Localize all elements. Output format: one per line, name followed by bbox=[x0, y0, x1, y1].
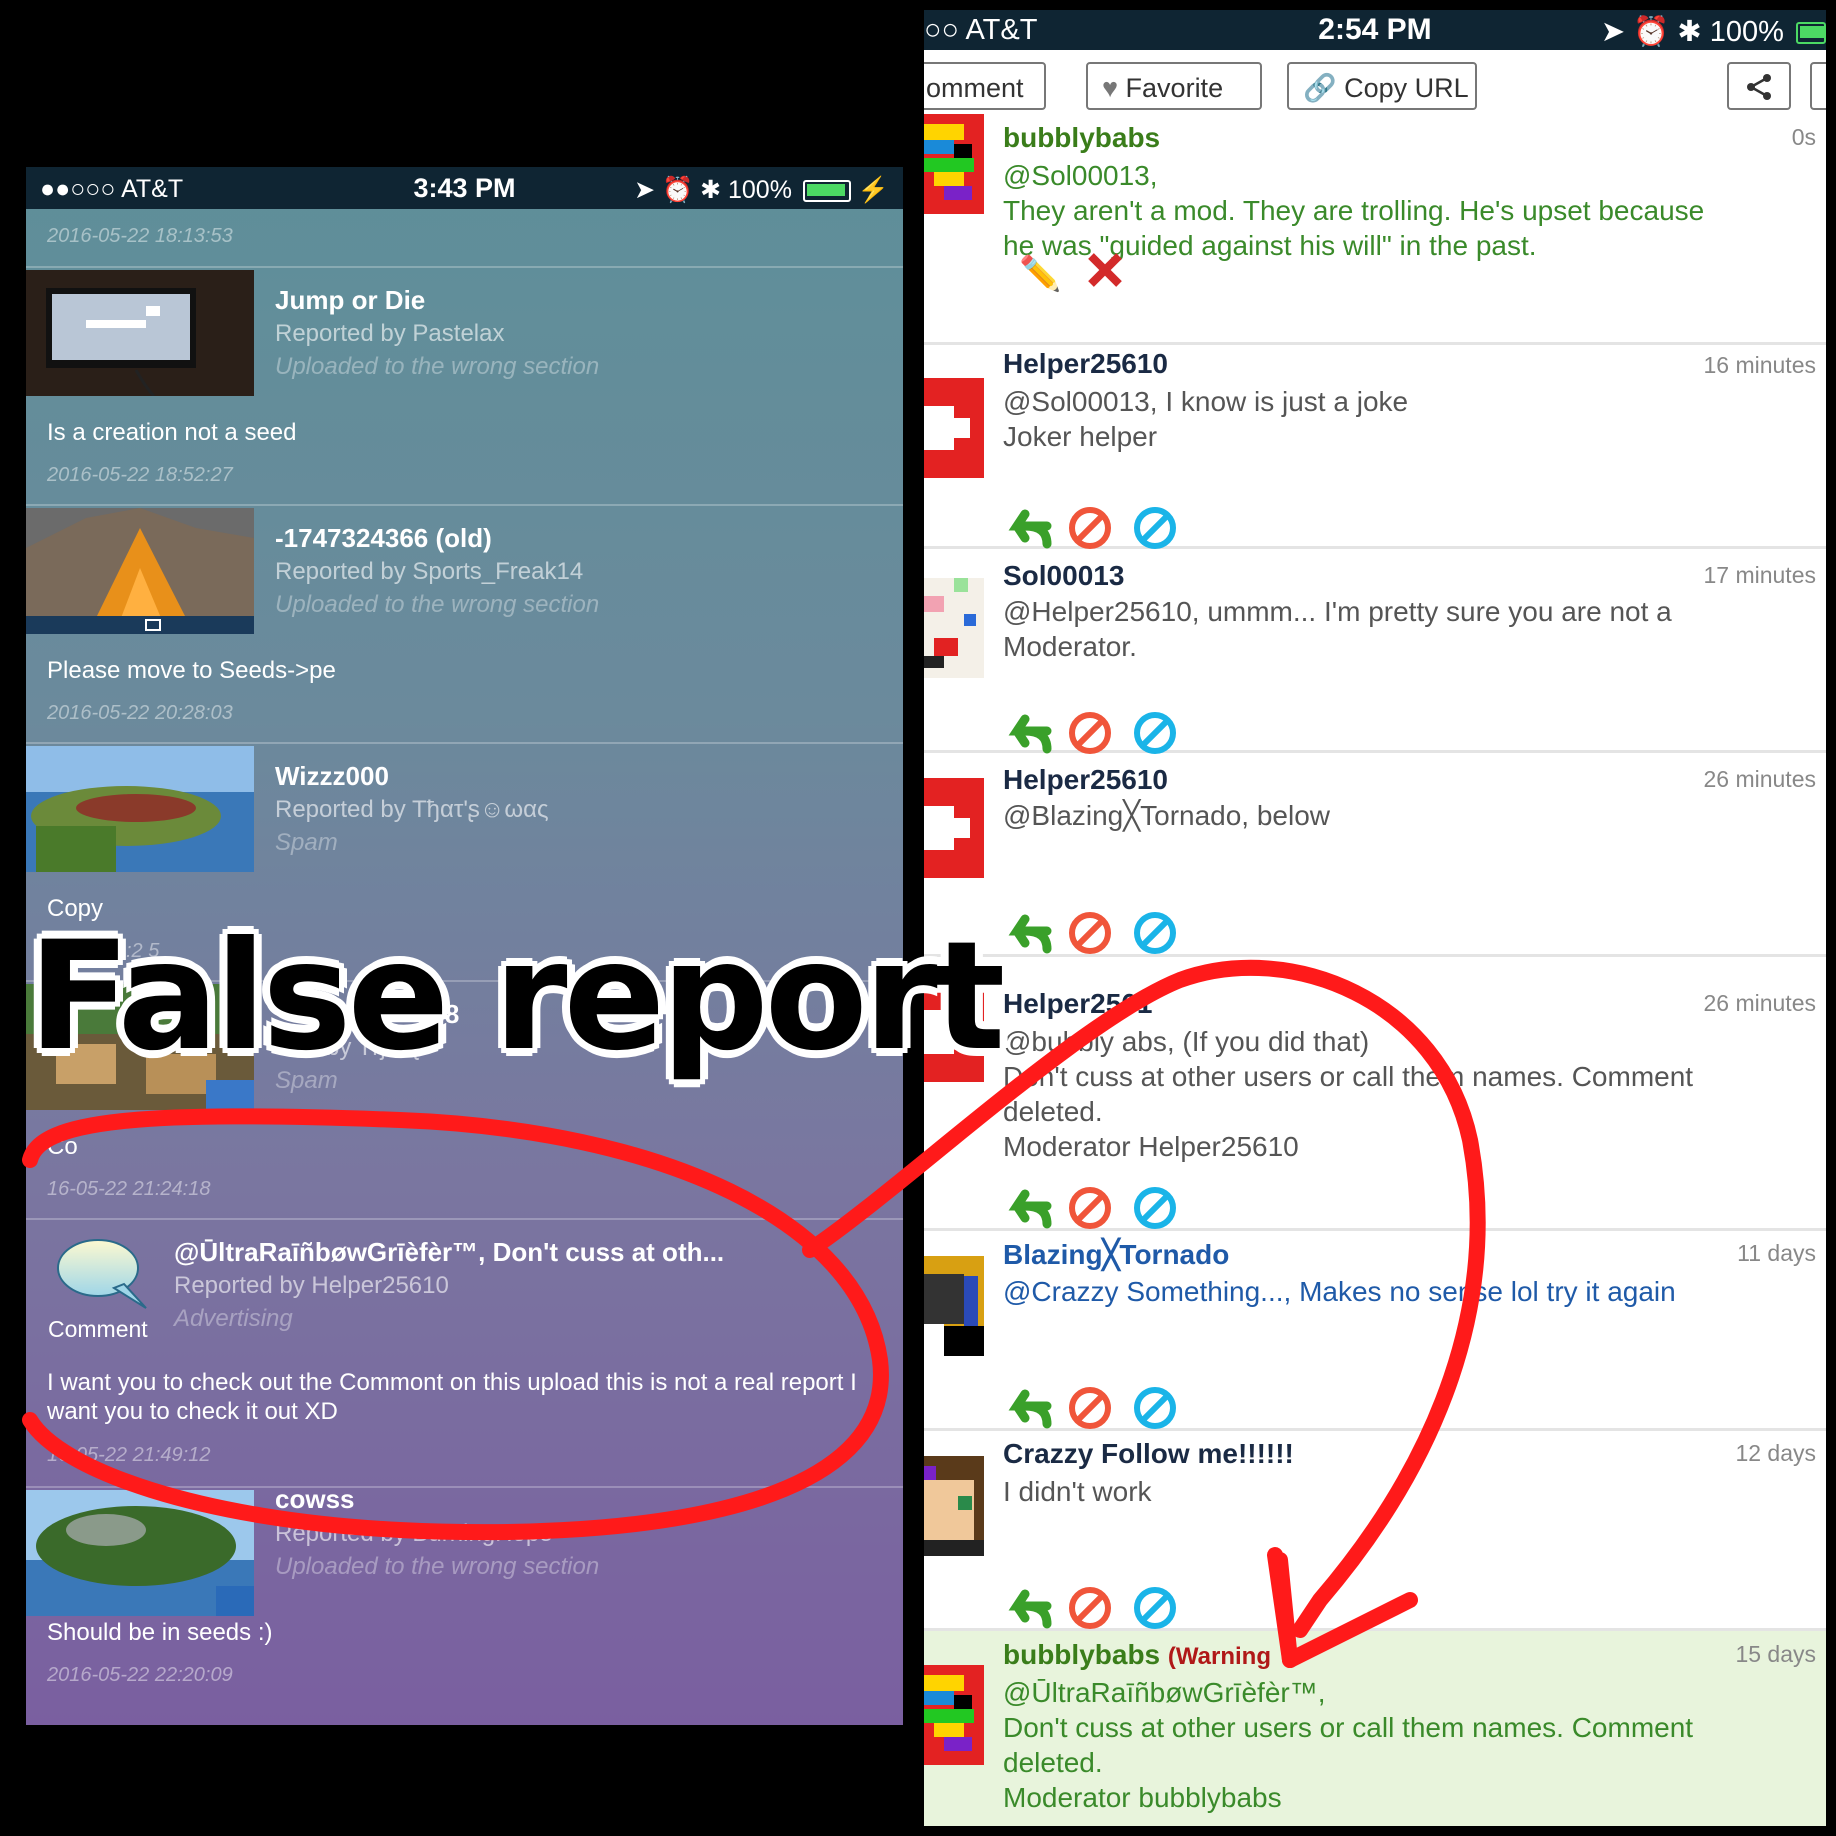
block-icon-slash bbox=[1140, 1393, 1170, 1423]
report-icon-slash bbox=[1075, 513, 1105, 543]
block-icon-slash bbox=[1140, 918, 1170, 948]
reply-icon[interactable] bbox=[1008, 914, 1052, 954]
report-icon-slash bbox=[1075, 1193, 1105, 1223]
report-icon-slash bbox=[1075, 918, 1105, 948]
reply-icon[interactable] bbox=[1008, 1189, 1052, 1229]
reply-icon[interactable] bbox=[1008, 1589, 1052, 1629]
false-report-caption: False report bbox=[28, 910, 1005, 1084]
report-icon-slash bbox=[1075, 1393, 1105, 1423]
report-icon-slash bbox=[1075, 718, 1105, 748]
block-icon-slash bbox=[1140, 513, 1170, 543]
block-icon-slash bbox=[1140, 718, 1170, 748]
reply-icon[interactable] bbox=[1008, 509, 1052, 549]
annotation-circle bbox=[22, 1108, 889, 1541]
block-icon-slash bbox=[1140, 1193, 1170, 1223]
reply-icon[interactable] bbox=[1008, 1389, 1052, 1429]
block-icon-slash bbox=[1140, 1593, 1170, 1623]
reply-icon[interactable] bbox=[1008, 714, 1052, 754]
report-icon-slash bbox=[1075, 1593, 1105, 1623]
